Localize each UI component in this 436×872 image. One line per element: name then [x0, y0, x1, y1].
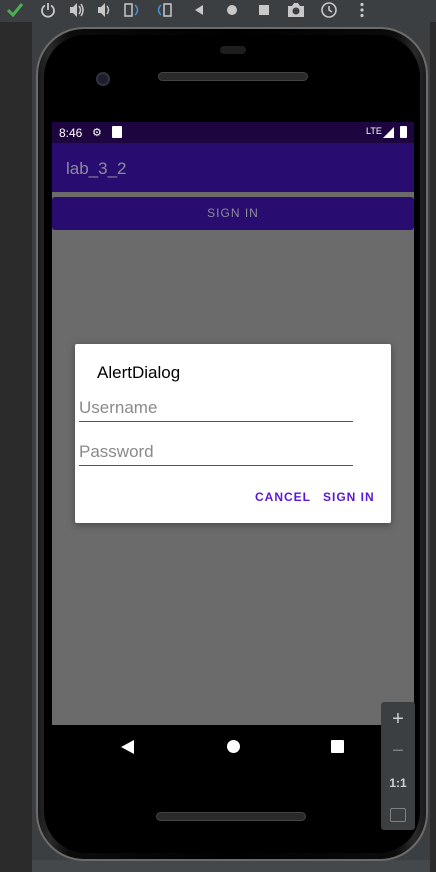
- dialog-sign-in-button[interactable]: SIGN IN: [323, 490, 375, 504]
- zoom-out-button[interactable]: −: [381, 736, 415, 766]
- nav-back-icon[interactable]: [121, 740, 134, 754]
- app-bar: lab_3_2: [52, 143, 414, 192]
- device-screen: 8:46 ⚙ LTE lab_3_2 SIGN IN AlertDialog C…: [52, 122, 414, 725]
- nav-home-icon[interactable]: [227, 740, 240, 753]
- password-field: [79, 438, 353, 466]
- rotate-left-icon[interactable]: [121, 0, 143, 20]
- dialog-title: AlertDialog: [97, 363, 181, 382]
- phone-top-slit: [220, 46, 246, 54]
- sd-card-icon: [112, 126, 122, 138]
- emulator-bottom-panel: [32, 860, 430, 872]
- fit-screen-icon: [390, 808, 406, 822]
- zoom-controls: + − 1:1: [381, 702, 415, 830]
- status-time: 8:46: [59, 126, 83, 140]
- rotate-right-icon[interactable]: [154, 0, 176, 20]
- check-icon: [6, 3, 24, 18]
- navigation-bar: [52, 725, 414, 769]
- settings-icon: ⚙: [92, 126, 102, 139]
- front-camera: [96, 72, 110, 86]
- password-input[interactable]: [79, 438, 353, 465]
- emulator-toolbar: [0, 0, 436, 22]
- emulator-right-panel: [430, 22, 436, 872]
- back-icon[interactable]: [188, 0, 210, 20]
- zoom-actual-size-button[interactable]: 1:1: [381, 768, 415, 798]
- zoom-fit-button[interactable]: [381, 800, 415, 830]
- signal-icon: [383, 127, 394, 138]
- emulator-left-panel: [0, 22, 32, 872]
- replay-icon[interactable]: [318, 0, 340, 20]
- username-input[interactable]: [79, 394, 353, 421]
- username-field: [79, 394, 353, 422]
- overview-icon[interactable]: [253, 0, 275, 20]
- power-icon[interactable]: [37, 0, 59, 20]
- nav-recents-icon[interactable]: [331, 740, 344, 753]
- status-bar: 8:46 ⚙ LTE: [52, 122, 414, 143]
- zoom-in-button[interactable]: +: [381, 704, 415, 734]
- volume-down-icon[interactable]: [93, 0, 115, 20]
- camera-icon[interactable]: [285, 0, 307, 20]
- bottom-speaker: [156, 812, 306, 821]
- network-type: LTE: [366, 126, 382, 136]
- earpiece-speaker: [158, 72, 308, 81]
- battery-icon: [400, 126, 407, 138]
- alert-dialog: AlertDialog CANCEL SIGN IN: [75, 344, 391, 523]
- volume-up-icon[interactable]: [66, 0, 88, 20]
- app-title: lab_3_2: [66, 159, 127, 178]
- home-icon[interactable]: [221, 0, 243, 20]
- more-icon[interactable]: [351, 0, 373, 20]
- sign-in-button[interactable]: SIGN IN: [52, 197, 414, 230]
- cancel-button[interactable]: CANCEL: [255, 490, 311, 504]
